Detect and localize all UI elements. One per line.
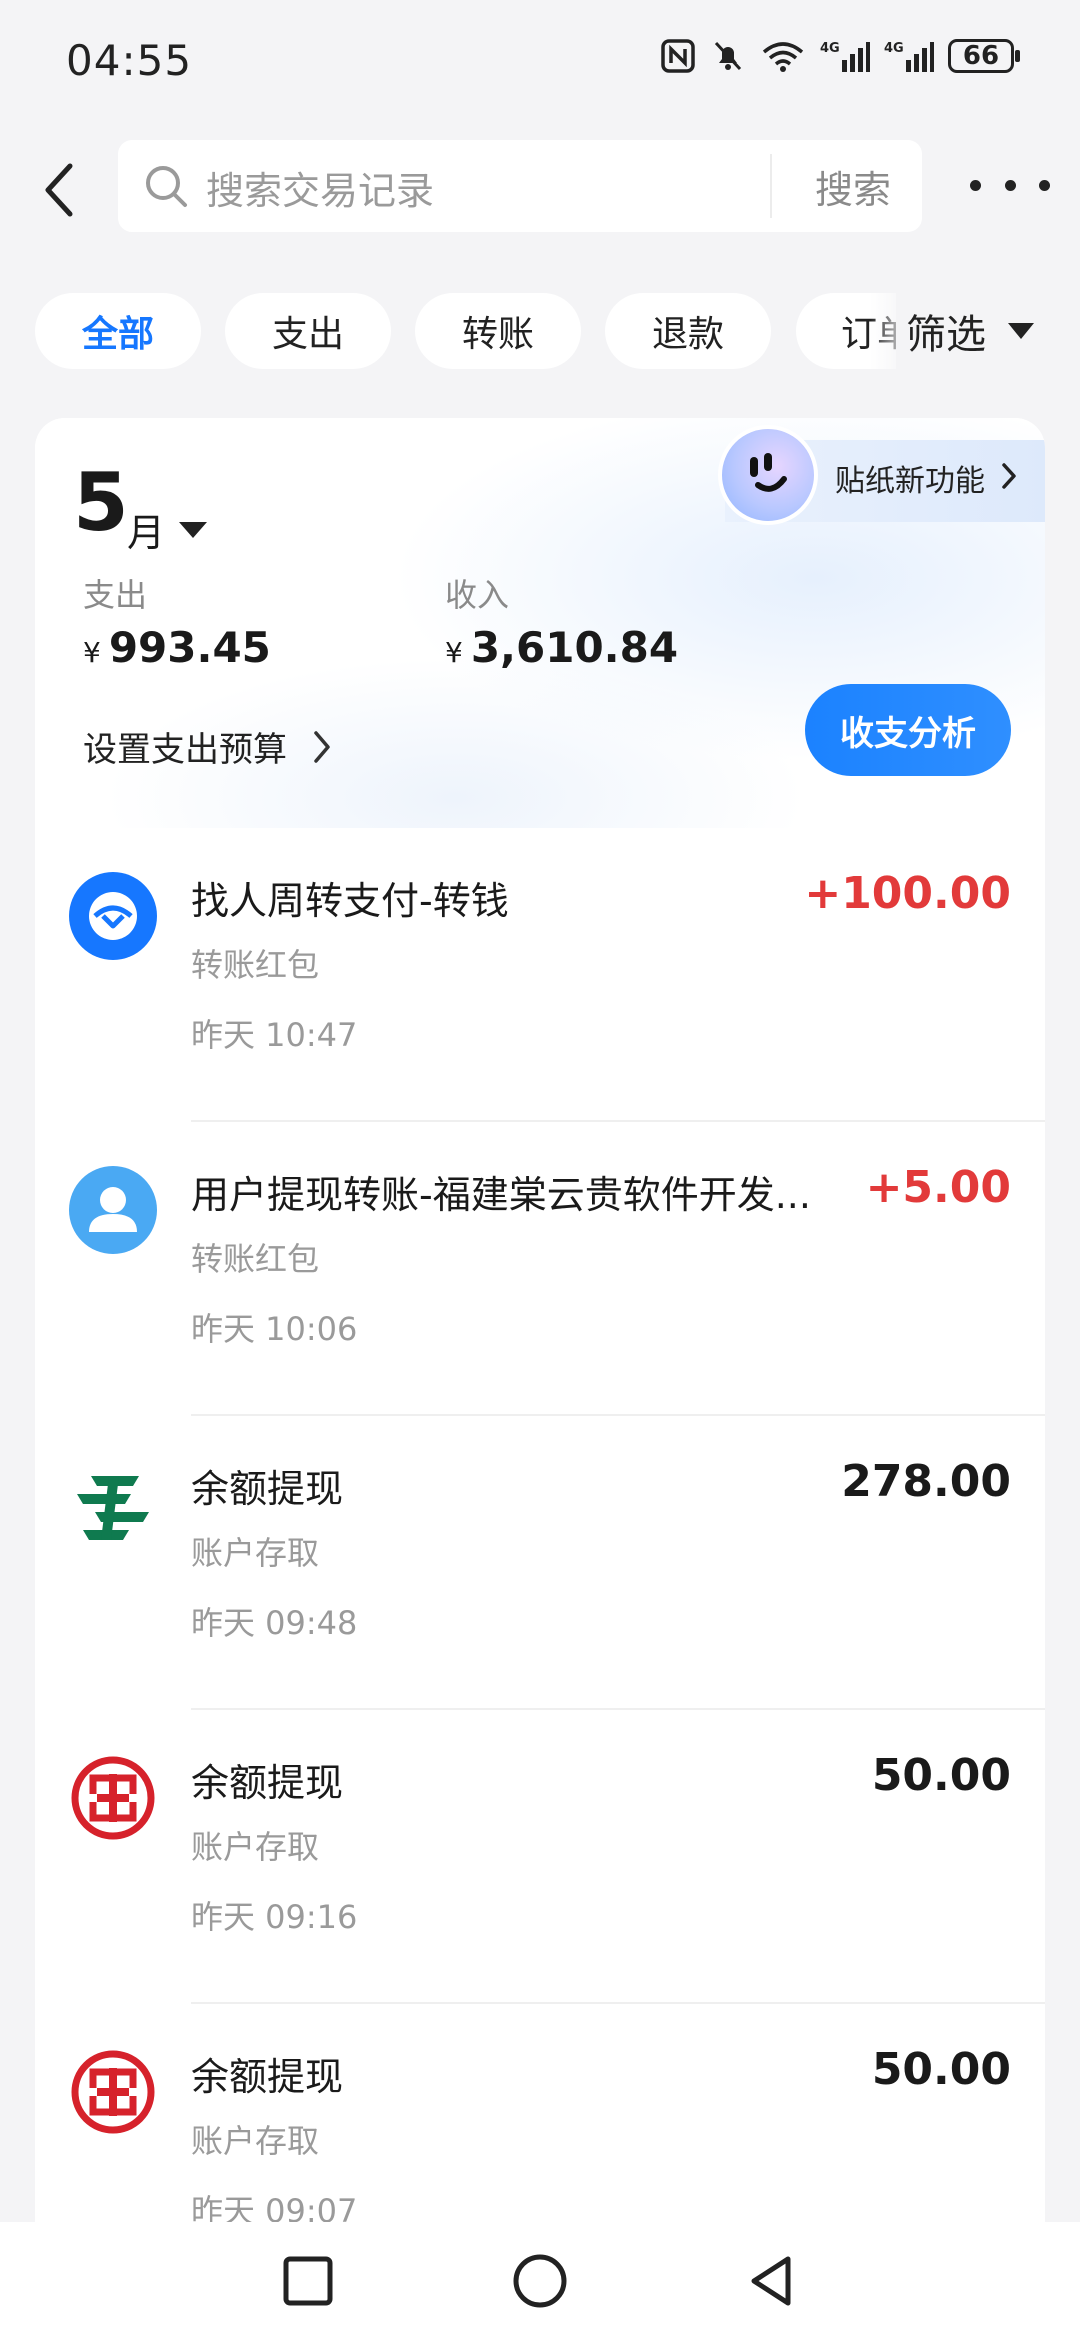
status-icons: 4G 4G 66: [660, 38, 1020, 74]
signal-4g-icon: 4G: [820, 41, 870, 72]
transaction-row[interactable]: 找人周转支付-转钱 转账红包 昨天 10:47 +100.00: [35, 828, 1045, 1122]
transactions-card: 5 月 贴纸新功能 支出 ¥993.45 收入 ¥3,610.84 设置支出预算…: [35, 418, 1045, 2340]
transaction-row[interactable]: 余额提现 账户存取 昨天 09:16 50.00: [35, 1710, 1045, 2004]
triangle-back-icon: [751, 2256, 791, 2306]
search-icon: [146, 166, 187, 207]
system-navigation-bar: [0, 2222, 1080, 2340]
filter-tab-expense[interactable]: 支出: [225, 293, 391, 369]
filter-tab-all[interactable]: 全部: [35, 293, 201, 369]
transaction-time: 昨天 09:16: [191, 1898, 358, 1936]
more-dot-icon: [970, 179, 981, 191]
month-caret-icon[interactable]: [177, 518, 209, 542]
transaction-title: 余额提现: [191, 2055, 344, 2099]
filter-button[interactable]: 筛选: [906, 296, 1036, 366]
sticker-mascot-icon[interactable]: [718, 425, 818, 525]
postal-bank-icon: [69, 1460, 157, 1548]
filter-tab-transfer[interactable]: 转账: [415, 293, 581, 369]
transaction-time: 昨天 09:48: [191, 1604, 358, 1642]
transaction-amount: +5.00: [865, 1162, 1011, 1213]
set-budget-label: 设置支出预算: [83, 730, 287, 770]
transaction-category: 账户存取: [191, 1828, 320, 1866]
transaction-amount: 50.00: [871, 2044, 1011, 2095]
expense-total: ¥993.45: [83, 623, 271, 672]
icbc-bank-icon: [69, 2048, 157, 2136]
more-options-button[interactable]: [970, 160, 1050, 210]
more-dot-icon: [1004, 179, 1016, 191]
filter-fade: [870, 293, 910, 369]
icbc-bank-icon: [69, 1754, 157, 1842]
search-divider: [770, 154, 772, 218]
recent-apps-button[interactable]: [248, 2222, 368, 2340]
currency-symbol: ¥: [445, 636, 463, 669]
transaction-title: 余额提现: [191, 1467, 344, 1511]
back-nav-button[interactable]: [712, 2222, 832, 2340]
signal-4g-icon: 4G: [884, 41, 934, 72]
filter-tab-refund[interactable]: 退款: [605, 293, 771, 369]
income-expense-analysis-button[interactable]: 收支分析: [805, 684, 1011, 776]
caret-down-icon: [1008, 323, 1034, 339]
transaction-row[interactable]: 余额提现 账户存取 昨天 09:48 278.00: [35, 1416, 1045, 1710]
transaction-amount: +100.00: [804, 868, 1011, 919]
expense-value: 993.45: [108, 623, 271, 672]
expense-label: 支出: [83, 576, 148, 614]
transaction-category: 转账红包: [191, 946, 320, 984]
transaction-category: 转账红包: [191, 1240, 320, 1278]
chevron-right-icon: [314, 730, 330, 763]
transaction-time: 昨天 10:06: [191, 1310, 358, 1348]
search-input[interactable]: 搜索交易记录: [206, 160, 434, 215]
currency-symbol: ¥: [83, 636, 101, 669]
svg-text:4G: 4G: [884, 41, 904, 56]
transaction-category: 账户存取: [191, 1534, 320, 1572]
transaction-title: 用户提现转账-福建棠云贵软件开发...: [191, 1173, 811, 1217]
transaction-amount: 50.00: [871, 1750, 1011, 1801]
month-selector[interactable]: 5: [73, 458, 129, 548]
status-bar: 04:55 4G 4G 66: [0, 0, 1080, 120]
transaction-time: 昨天 10:47: [191, 1016, 358, 1054]
transaction-row[interactable]: 用户提现转账-福建棠云贵软件开发... 转账红包 昨天 10:06 +5.00: [35, 1122, 1045, 1416]
wifi-icon: [762, 42, 804, 72]
transaction-title: 找人周转支付-转钱: [191, 879, 509, 923]
more-dot-icon: [1039, 179, 1050, 191]
month-unit[interactable]: 月: [127, 502, 165, 557]
sticker-feature-label[interactable]: 贴纸新功能: [835, 456, 985, 500]
circle-icon: [513, 2254, 567, 2308]
income-value: 3,610.84: [470, 623, 679, 672]
status-time: 04:55: [66, 36, 193, 85]
filter-label: 筛选: [906, 312, 986, 358]
transaction-title: 余额提现: [191, 1761, 344, 1805]
home-button[interactable]: [480, 2222, 600, 2340]
mute-bell-icon: [714, 41, 742, 71]
battery-icon: 66: [948, 39, 1020, 73]
transaction-amount: 278.00: [841, 1456, 1011, 1507]
svg-text:4G: 4G: [820, 41, 840, 56]
back-button[interactable]: [30, 150, 90, 230]
monthly-summary: 5 月 贴纸新功能 支出 ¥993.45 收入 ¥3,610.84 设置支出预算…: [35, 418, 1045, 828]
transfer-icon: [69, 872, 157, 960]
income-total: ¥3,610.84: [445, 623, 678, 672]
transaction-category: 账户存取: [191, 2122, 320, 2160]
user-avatar-icon: [69, 1166, 157, 1254]
search-bar[interactable]: 搜索交易记录 搜索: [118, 140, 922, 232]
set-budget-link[interactable]: 设置支出预算: [83, 722, 333, 771]
chevron-right-icon: [1002, 463, 1016, 489]
nfc-icon: [661, 39, 695, 73]
square-icon: [283, 2256, 333, 2306]
back-arrow-icon: [45, 163, 73, 217]
search-button[interactable]: 搜索: [784, 140, 922, 232]
income-label: 收入: [445, 576, 510, 614]
